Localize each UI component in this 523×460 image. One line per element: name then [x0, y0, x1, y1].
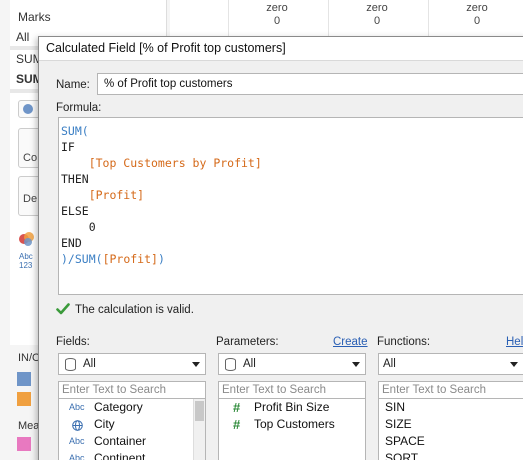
field-item-container[interactable]: Abc Container	[59, 433, 205, 450]
functions-filter-dropdown[interactable]: All	[378, 353, 523, 375]
formula-token: SUM(	[74, 252, 103, 266]
label-icon: Abc 123	[19, 252, 33, 270]
number-type-icon: #	[233, 400, 241, 415]
color-palette-icon	[18, 230, 36, 248]
column-value: 0	[473, 15, 481, 27]
column-label: zero	[366, 2, 388, 14]
formula-token: [Profit]	[61, 188, 145, 202]
dialog-title[interactable]: Calculated Field [% of Profit top custom…	[39, 37, 523, 61]
marks-title: Marks	[18, 10, 51, 24]
field-item-city[interactable]: City	[59, 416, 205, 433]
parameters-list: # Profit Bin Size # Top Customers	[218, 399, 366, 460]
function-item[interactable]: SIZE	[379, 416, 523, 433]
functions-search-input[interactable]: Enter Text to Search	[378, 381, 523, 399]
checkmark-icon	[56, 302, 70, 316]
formula-line: THEN	[61, 171, 523, 187]
column-value: 0	[273, 15, 281, 27]
formula-line: )/SUM([Profit])	[61, 251, 523, 267]
calculated-field-dialog: Calculated Field [% of Profit top custom…	[38, 36, 523, 460]
fields-scrollbar[interactable]	[193, 399, 205, 460]
fields-search-input[interactable]: Enter Text to Search	[58, 381, 206, 399]
measure-label: Mea	[18, 420, 40, 432]
formula-token: IF	[61, 140, 75, 154]
chevron-down-icon	[192, 362, 200, 367]
parameter-item-label: Profit Bin Size	[254, 400, 330, 414]
label-icon-abc: Abc	[19, 252, 33, 261]
formula-token: )	[157, 252, 165, 266]
formula-token: THEN	[61, 172, 89, 186]
formula-token: [Top Customers by Profit]	[61, 156, 262, 170]
function-item[interactable]: SIN	[379, 399, 523, 416]
column-label: zero	[266, 2, 288, 14]
string-type-icon: Abc	[69, 436, 85, 446]
formula-line: [Profit]	[61, 187, 523, 203]
parameters-label: Parameters:	[216, 336, 279, 348]
parameter-item-profit-bin-size[interactable]: # Profit Bin Size	[219, 399, 365, 416]
formula-line: 0	[61, 219, 523, 235]
legend-swatch-orange	[17, 392, 31, 406]
create-parameter-link[interactable]: Create	[333, 336, 368, 348]
formula-token: END	[61, 236, 82, 250]
chevron-down-icon	[510, 362, 518, 367]
function-item[interactable]: SQRT	[379, 450, 523, 460]
formula-line: SUM(	[61, 123, 523, 139]
detail-shelf-label: De	[23, 193, 38, 205]
functions-label: Functions:	[377, 336, 431, 348]
name-input[interactable]: % of Profit top customers	[97, 73, 523, 95]
field-item-label: Container	[94, 434, 147, 448]
field-item-category[interactable]: Abc Category	[59, 399, 205, 416]
marks-row-all[interactable]: All	[16, 30, 29, 44]
field-item-continent[interactable]: Abc Continent	[59, 450, 205, 460]
function-item[interactable]: SPACE	[379, 433, 523, 450]
chevron-down-icon	[352, 362, 360, 367]
formula-token: ELSE	[61, 204, 89, 218]
functions-filter-value: All	[383, 358, 396, 370]
formula-token: [Profit]	[102, 252, 158, 266]
parameters-filter-dropdown[interactable]: All	[218, 353, 366, 375]
column-header-1: zero 0	[229, 2, 325, 28]
name-label: Name:	[56, 79, 90, 91]
database-icon	[65, 358, 76, 371]
fields-label: Fields:	[56, 336, 90, 348]
fields-filter-value: All	[83, 358, 96, 370]
scrollbar-thumb[interactable]	[195, 401, 204, 421]
formula-token: 0	[61, 220, 96, 234]
fields-filter-dropdown[interactable]: All	[58, 353, 206, 375]
field-item-label: Category	[94, 400, 143, 414]
column-value: 0	[373, 15, 381, 27]
label-icon-num: 123	[19, 261, 33, 270]
formula-line: END	[61, 235, 523, 251]
color-shelf-label: Co	[23, 152, 38, 164]
globe-icon	[72, 419, 83, 431]
column-header-2: zero 0	[329, 2, 425, 28]
field-item-label: Continent	[94, 451, 146, 460]
column-header-3: zero 0	[429, 2, 523, 28]
validation-status: The calculation is valid.	[56, 302, 194, 316]
parameter-item-label: Top Customers	[254, 417, 335, 431]
formula-line: IF	[61, 139, 523, 155]
number-type-icon: #	[233, 417, 241, 432]
database-icon	[225, 358, 236, 371]
formula-token: SUM(	[61, 124, 89, 138]
legend-swatch-pink	[17, 437, 31, 451]
circle-icon	[23, 104, 33, 114]
field-item-label: City	[94, 417, 115, 431]
legend-swatch-blue	[17, 372, 31, 386]
help-link[interactable]: Help	[506, 336, 523, 348]
functions-list: SIN SIZE SPACE SQRT	[378, 399, 523, 460]
formula-label: Formula:	[56, 102, 102, 114]
validation-message: The calculation is valid.	[75, 304, 194, 316]
column-label: zero	[466, 2, 488, 14]
formula-editor[interactable]: SUM( IF [Top Customers by Profit] THEN [Pr…	[58, 117, 523, 295]
string-type-icon: Abc	[69, 402, 85, 412]
formula-line: ELSE	[61, 203, 523, 219]
fields-list: Abc Category City Abc Container Abc Contine…	[58, 399, 206, 460]
parameters-filter-value: All	[243, 358, 256, 370]
parameters-search-input[interactable]: Enter Text to Search	[218, 381, 366, 399]
formula-line: [Top Customers by Profit]	[61, 155, 523, 171]
parameter-item-top-customers[interactable]: # Top Customers	[219, 416, 365, 433]
string-type-icon: Abc	[69, 453, 85, 460]
formula-token: )/	[61, 252, 75, 266]
